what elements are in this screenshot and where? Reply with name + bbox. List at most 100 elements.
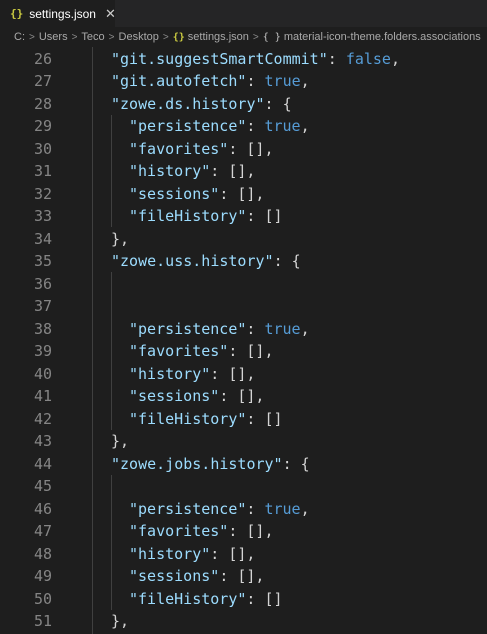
code-text: "sessions": [],	[129, 385, 264, 408]
code-text: "sessions": [],	[129, 183, 264, 206]
json-file-icon: {}	[172, 31, 185, 43]
chevron-right-icon: >	[162, 31, 169, 43]
code-token: "sessions"	[129, 184, 220, 203]
line-number: 26	[33, 49, 52, 68]
code-line[interactable]: 45	[0, 475, 487, 498]
code-text: "persistence": true,	[129, 115, 310, 138]
code-line[interactable]: 36	[0, 273, 487, 296]
json-file-icon: {}	[10, 7, 24, 20]
code-line[interactable]: 32 "sessions": [],	[0, 183, 487, 206]
code-token: : [],	[219, 184, 265, 203]
code-line[interactable]: 51},	[0, 610, 487, 633]
code-line[interactable]: 41 "sessions": [],	[0, 385, 487, 408]
chevron-right-icon: >	[71, 31, 78, 43]
breadcrumb-item-drive[interactable]: C:	[14, 31, 25, 43]
line-number: 42	[33, 409, 52, 428]
line-number: 40	[33, 364, 52, 383]
line-number: 45	[33, 477, 52, 495]
line-number: 43	[33, 432, 52, 450]
line-number: 39	[33, 342, 52, 360]
code-line[interactable]: 46 "persistence": true,	[0, 498, 487, 521]
code-token: : [],	[219, 387, 265, 405]
code-text: "zowe.jobs.history": {	[111, 453, 310, 476]
code-token: "fileHistory"	[129, 207, 247, 225]
code-token: },	[111, 229, 130, 248]
code-token: true	[264, 319, 301, 338]
code-token: "persistence"	[129, 319, 247, 338]
code-line[interactable]: 40 "history": [],	[0, 363, 487, 386]
code-token: "persistence"	[129, 499, 247, 518]
code-token: : []	[246, 589, 283, 608]
object-icon: { }	[262, 31, 281, 43]
code-editor[interactable]: 26 "git.suggestSmartCommit": false, 27 "git…	[0, 47, 487, 634]
line-number: 36	[33, 274, 52, 293]
code-line[interactable]: 27 "git.autofetch": true,	[0, 70, 487, 93]
line-number: 35	[33, 252, 52, 270]
line-number: 46	[33, 499, 52, 518]
line-number: 32	[33, 184, 52, 203]
code-token: : {	[282, 454, 310, 473]
line-number: 33	[33, 207, 52, 225]
code-line[interactable]: 43},	[0, 430, 487, 453]
line-number: 50	[33, 589, 52, 608]
line-number: 30	[33, 139, 52, 158]
breadcrumb-item-file[interactable]: settings.json	[188, 31, 249, 43]
code-token: "git.suggestSmartCommit"	[111, 49, 328, 68]
breadcrumb-item-desktop[interactable]: Desktop	[119, 31, 159, 43]
breadcrumb: C: > Users > Teco > Desktop > {} setting…	[0, 27, 487, 47]
code-line[interactable]: 29 "persistence": true,	[0, 115, 487, 138]
line-number: 31	[33, 162, 52, 180]
code-text: },	[111, 430, 129, 453]
code-token: "history"	[129, 162, 211, 180]
code-token: "favorites"	[129, 342, 229, 360]
line-number: 34	[33, 229, 52, 248]
breadcrumb-item-users[interactable]: Users	[39, 31, 68, 43]
code-line[interactable]: 34},	[0, 228, 487, 251]
close-icon[interactable]: ✕	[105, 6, 116, 22]
code-token: true	[264, 72, 301, 90]
tab-settings-json[interactable]: {} settings.json ✕	[0, 0, 116, 27]
code-token: "history"	[129, 364, 211, 383]
code-text: "persistence": true,	[129, 318, 310, 341]
code-line[interactable]: 35 "zowe.uss.history": {	[0, 250, 487, 273]
code-line[interactable]: 49 "sessions": [],	[0, 565, 487, 588]
code-token: ,	[300, 499, 310, 518]
code-token: :	[327, 49, 346, 68]
code-line[interactable]: 28 "zowe.ds.history": {	[0, 93, 487, 116]
code-line[interactable]: 39 "favorites": [],	[0, 340, 487, 363]
code-token: : [],	[228, 522, 274, 540]
code-line[interactable]: 50 "fileHistory": []	[0, 588, 487, 611]
code-token: : [],	[210, 162, 256, 180]
code-line[interactable]: 30 "favorites": [],	[0, 138, 487, 161]
code-token: : [],	[228, 342, 274, 360]
code-line[interactable]: 42 "fileHistory": []	[0, 408, 487, 431]
code-token: "zowe.jobs.history"	[111, 454, 283, 473]
code-token: false	[345, 49, 391, 68]
code-line[interactable]: 26 "git.suggestSmartCommit": false,	[0, 48, 487, 71]
breadcrumb-item-teco[interactable]: Teco	[81, 31, 104, 43]
code-line[interactable]: 44 "zowe.jobs.history": {	[0, 453, 487, 476]
code-token: "git.autofetch"	[111, 72, 247, 90]
code-token: },	[111, 612, 130, 630]
code-line[interactable]: 48 "history": [],	[0, 543, 487, 566]
code-line[interactable]: 31 "history": [],	[0, 160, 487, 183]
code-text: },	[111, 610, 129, 633]
code-token: ,	[300, 319, 310, 338]
tab-label: settings.json	[29, 6, 96, 21]
code-token: "history"	[129, 544, 211, 563]
code-line[interactable]: 47 "favorites": [],	[0, 520, 487, 543]
code-token: : {	[273, 252, 301, 270]
code-token: true	[264, 117, 301, 135]
code-line[interactable]: 37	[0, 295, 487, 318]
breadcrumb-item-symbol[interactable]: material-icon-theme.folders.associations	[284, 31, 481, 43]
code-token: :	[246, 499, 265, 518]
code-token: : {	[264, 94, 292, 113]
code-token: : [],	[210, 364, 256, 383]
code-line[interactable]: 33 "fileHistory": []	[0, 205, 487, 228]
code-text: "history": [],	[129, 543, 255, 566]
code-text: "fileHistory": []	[129, 588, 283, 611]
code-text: "sessions": [],	[129, 565, 264, 588]
code-text: "history": [],	[129, 363, 255, 386]
code-text: "favorites": [],	[129, 520, 274, 543]
code-line[interactable]: 38 "persistence": true,	[0, 318, 487, 341]
